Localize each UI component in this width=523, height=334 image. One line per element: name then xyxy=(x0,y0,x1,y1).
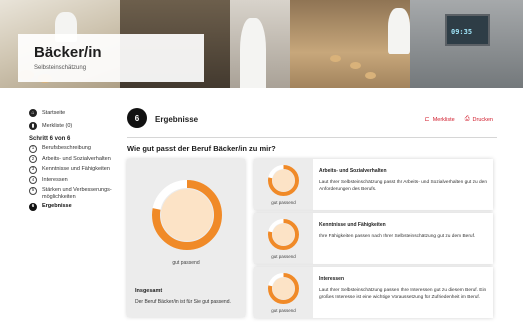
bookmark-icon: ▮ xyxy=(29,122,37,130)
category-score-ring xyxy=(268,165,299,196)
merkliste-label: Merkliste xyxy=(432,116,455,123)
bread-roll xyxy=(365,72,376,79)
ring-fill xyxy=(272,223,295,246)
category-card-arbeits-sozialverhalten: gut passend Arbeits- und Sozialverhalten… xyxy=(254,159,493,210)
oven-display: 09:35 xyxy=(445,14,490,46)
page-subtitle: Selbsteinschätzung xyxy=(34,65,87,71)
category-rating: gut passend xyxy=(271,308,296,313)
merkliste-button[interactable]: ⊏ Merkliste xyxy=(424,116,455,124)
step-label: Kenntnisse und Fähigkeiten xyxy=(42,166,110,172)
step-badge: 6 xyxy=(127,108,147,128)
ring-fill xyxy=(272,169,295,192)
sidebar-step-4[interactable]: 4 Interessen xyxy=(29,176,119,184)
category-text: Laut Ihrer Selbsteinschätzung passt Ihr … xyxy=(319,180,487,192)
baker-figure xyxy=(388,8,410,54)
category-score-ring xyxy=(268,219,299,250)
total-score-ring xyxy=(152,180,222,250)
sidebar-link-merkliste[interactable]: ▮ Merkliste (0) xyxy=(29,120,119,132)
category-heading: Arbeits- und Sozialverhalten xyxy=(319,168,387,174)
hero-bottom-strip xyxy=(0,88,523,96)
ring-fill xyxy=(161,189,213,241)
step-number: 4 xyxy=(29,176,37,184)
sidebar-step-2[interactable]: 2 Arbeits- und Sozialverhalten xyxy=(29,155,119,163)
sidebar-link-label: Merkliste (0) xyxy=(42,123,73,129)
sidebar-step-5[interactable]: 5 Stärken und Verbesserungs-möglichkeite… xyxy=(29,186,119,200)
category-score-panel: gut passend xyxy=(254,213,313,264)
category-rating: gut passend xyxy=(271,200,296,205)
oven-display-text: 09:35 xyxy=(451,28,473,36)
section-title: Ergebnisse xyxy=(155,115,199,124)
category-text: Laut Ihrer Selbsteinschätzung passen Ihr… xyxy=(319,288,487,300)
category-card-interessen: gut passend Interessen Laut Ihrer Selbst… xyxy=(254,267,493,318)
step-label: Stärken und Verbesserungs-möglichkeiten xyxy=(42,187,112,200)
category-score-panel: gut passend xyxy=(254,267,313,318)
page-title: Bäcker/in xyxy=(34,44,102,61)
total-result-card: gut passend Insgesamt Der Beruf Bäcker/i… xyxy=(127,159,245,317)
step-progress-heading: Schritt 6 von 6 xyxy=(29,136,71,142)
step-number: 6 xyxy=(29,202,37,211)
hero-banner: 09:35 Bäcker/in Selbsteinschätzung xyxy=(0,0,523,96)
sidebar-step-1[interactable]: 1 Berufsbeschreibung xyxy=(29,144,119,153)
print-button[interactable]: ⎙ Drucken xyxy=(465,116,493,123)
bookmark-icon: ⊏ xyxy=(424,117,430,123)
ring-fill xyxy=(272,277,295,300)
print-label: Drucken xyxy=(472,116,493,123)
sidebar-link-startseite[interactable]: ⌂ Startseite xyxy=(29,107,119,119)
total-text: Der Beruf Bäcker/in ist für Sie gut pass… xyxy=(135,299,231,305)
step-label: Berufsbeschreibung xyxy=(42,145,91,151)
step-label: Arbeits- und Sozialverhalten xyxy=(42,155,111,162)
home-icon: ⌂ xyxy=(29,109,37,117)
category-text: Ihre Fähigkeiten passen nach Ihrer Selbs… xyxy=(319,234,476,239)
step-number: 5 xyxy=(29,186,37,195)
hero-title-card: Bäcker/in Selbsteinschätzung xyxy=(18,34,204,82)
results-question: Wie gut passt der Beruf Bäcker/in zu mir… xyxy=(127,144,276,153)
sidebar-link-label: Startseite xyxy=(42,110,66,116)
step-label: Ergebnisse xyxy=(42,203,72,209)
category-card-kenntnisse-faehigkeiten: gut passend Kenntnisse und Fähigkeiten I… xyxy=(254,213,493,264)
baker-figure xyxy=(240,18,266,96)
category-heading: Interessen xyxy=(319,276,345,282)
bread-roll xyxy=(350,62,361,69)
step-number: 3 xyxy=(29,165,37,174)
step-number: 1 xyxy=(29,144,37,153)
sidebar-nav: ⌂ Startseite ▮ Merkliste (0) Schritt 6 v… xyxy=(29,107,119,214)
category-score-ring xyxy=(268,273,299,304)
category-rating: gut passend xyxy=(271,254,296,259)
category-heading: Kenntnisse und Fähigkeiten xyxy=(319,222,386,228)
sidebar-step-3[interactable]: 3 Kenntnisse und Fähigkeiten xyxy=(29,165,119,174)
step-label: Interessen xyxy=(42,176,68,183)
print-icon: ⎙ xyxy=(464,116,470,122)
total-heading: Insgesamt xyxy=(135,288,163,294)
step-number: 2 xyxy=(29,155,37,163)
section-divider xyxy=(127,137,497,138)
bread-roll xyxy=(330,55,341,62)
sidebar-step-6[interactable]: 6 Ergebnisse xyxy=(29,202,119,211)
total-rating: gut passend xyxy=(172,260,200,266)
action-bar: ⊏ Merkliste ⎙ Drucken xyxy=(425,116,493,123)
category-score-panel: gut passend xyxy=(254,159,313,210)
